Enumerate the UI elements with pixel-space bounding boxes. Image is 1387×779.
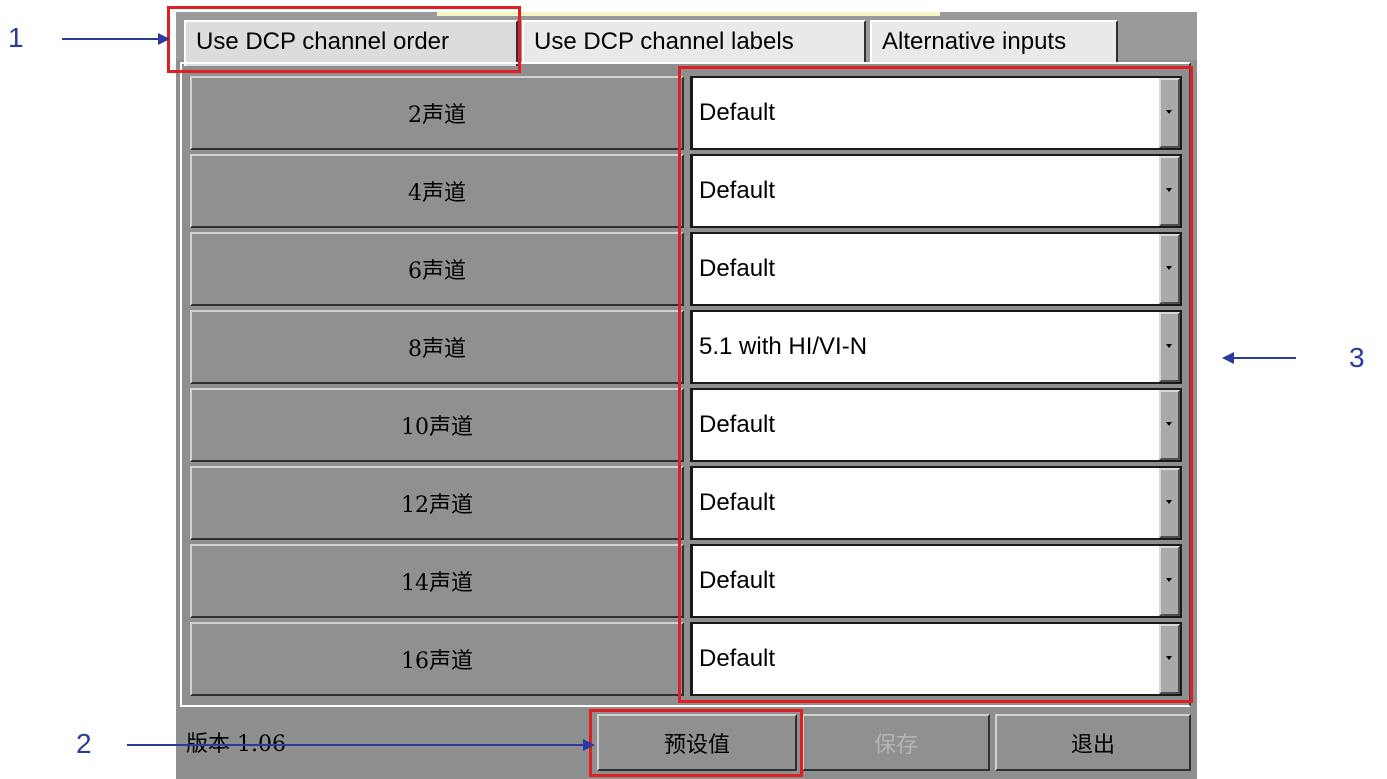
- version-label: 版本 1.06: [186, 732, 286, 757]
- channel-label-16: 16声道: [190, 622, 684, 696]
- annotation-arrow-1: [62, 38, 162, 40]
- tab-use-dcp-channel-labels[interactable]: Use DCP channel labels: [522, 20, 866, 64]
- highlight-box-tab: [167, 6, 521, 73]
- annotation-arrow-3: [1232, 357, 1296, 359]
- exit-button[interactable]: 退出: [995, 714, 1191, 771]
- save-button[interactable]: 保存: [802, 714, 990, 771]
- channel-label-2: 2声道: [190, 76, 684, 150]
- channel-label-8: 8声道: [190, 310, 684, 384]
- arrow-right-icon: [158, 33, 170, 45]
- annotation-arrow-2: [127, 744, 587, 746]
- annotation-number-1: 1: [8, 22, 24, 53]
- arrow-right-icon: [583, 739, 595, 751]
- channel-label-4: 4声道: [190, 154, 684, 228]
- highlight-box-dropdowns: [678, 66, 1193, 703]
- channel-label-12: 12声道: [190, 466, 684, 540]
- annotation-number-3: 3: [1349, 342, 1365, 373]
- annotation-number-2: 2: [76, 728, 92, 759]
- highlight-box-preset: [589, 709, 803, 777]
- channel-label-14: 14声道: [190, 544, 684, 618]
- channel-label-10: 10声道: [190, 388, 684, 462]
- channel-label-6: 6声道: [190, 232, 684, 306]
- tab-alternative-inputs[interactable]: Alternative inputs: [870, 20, 1118, 64]
